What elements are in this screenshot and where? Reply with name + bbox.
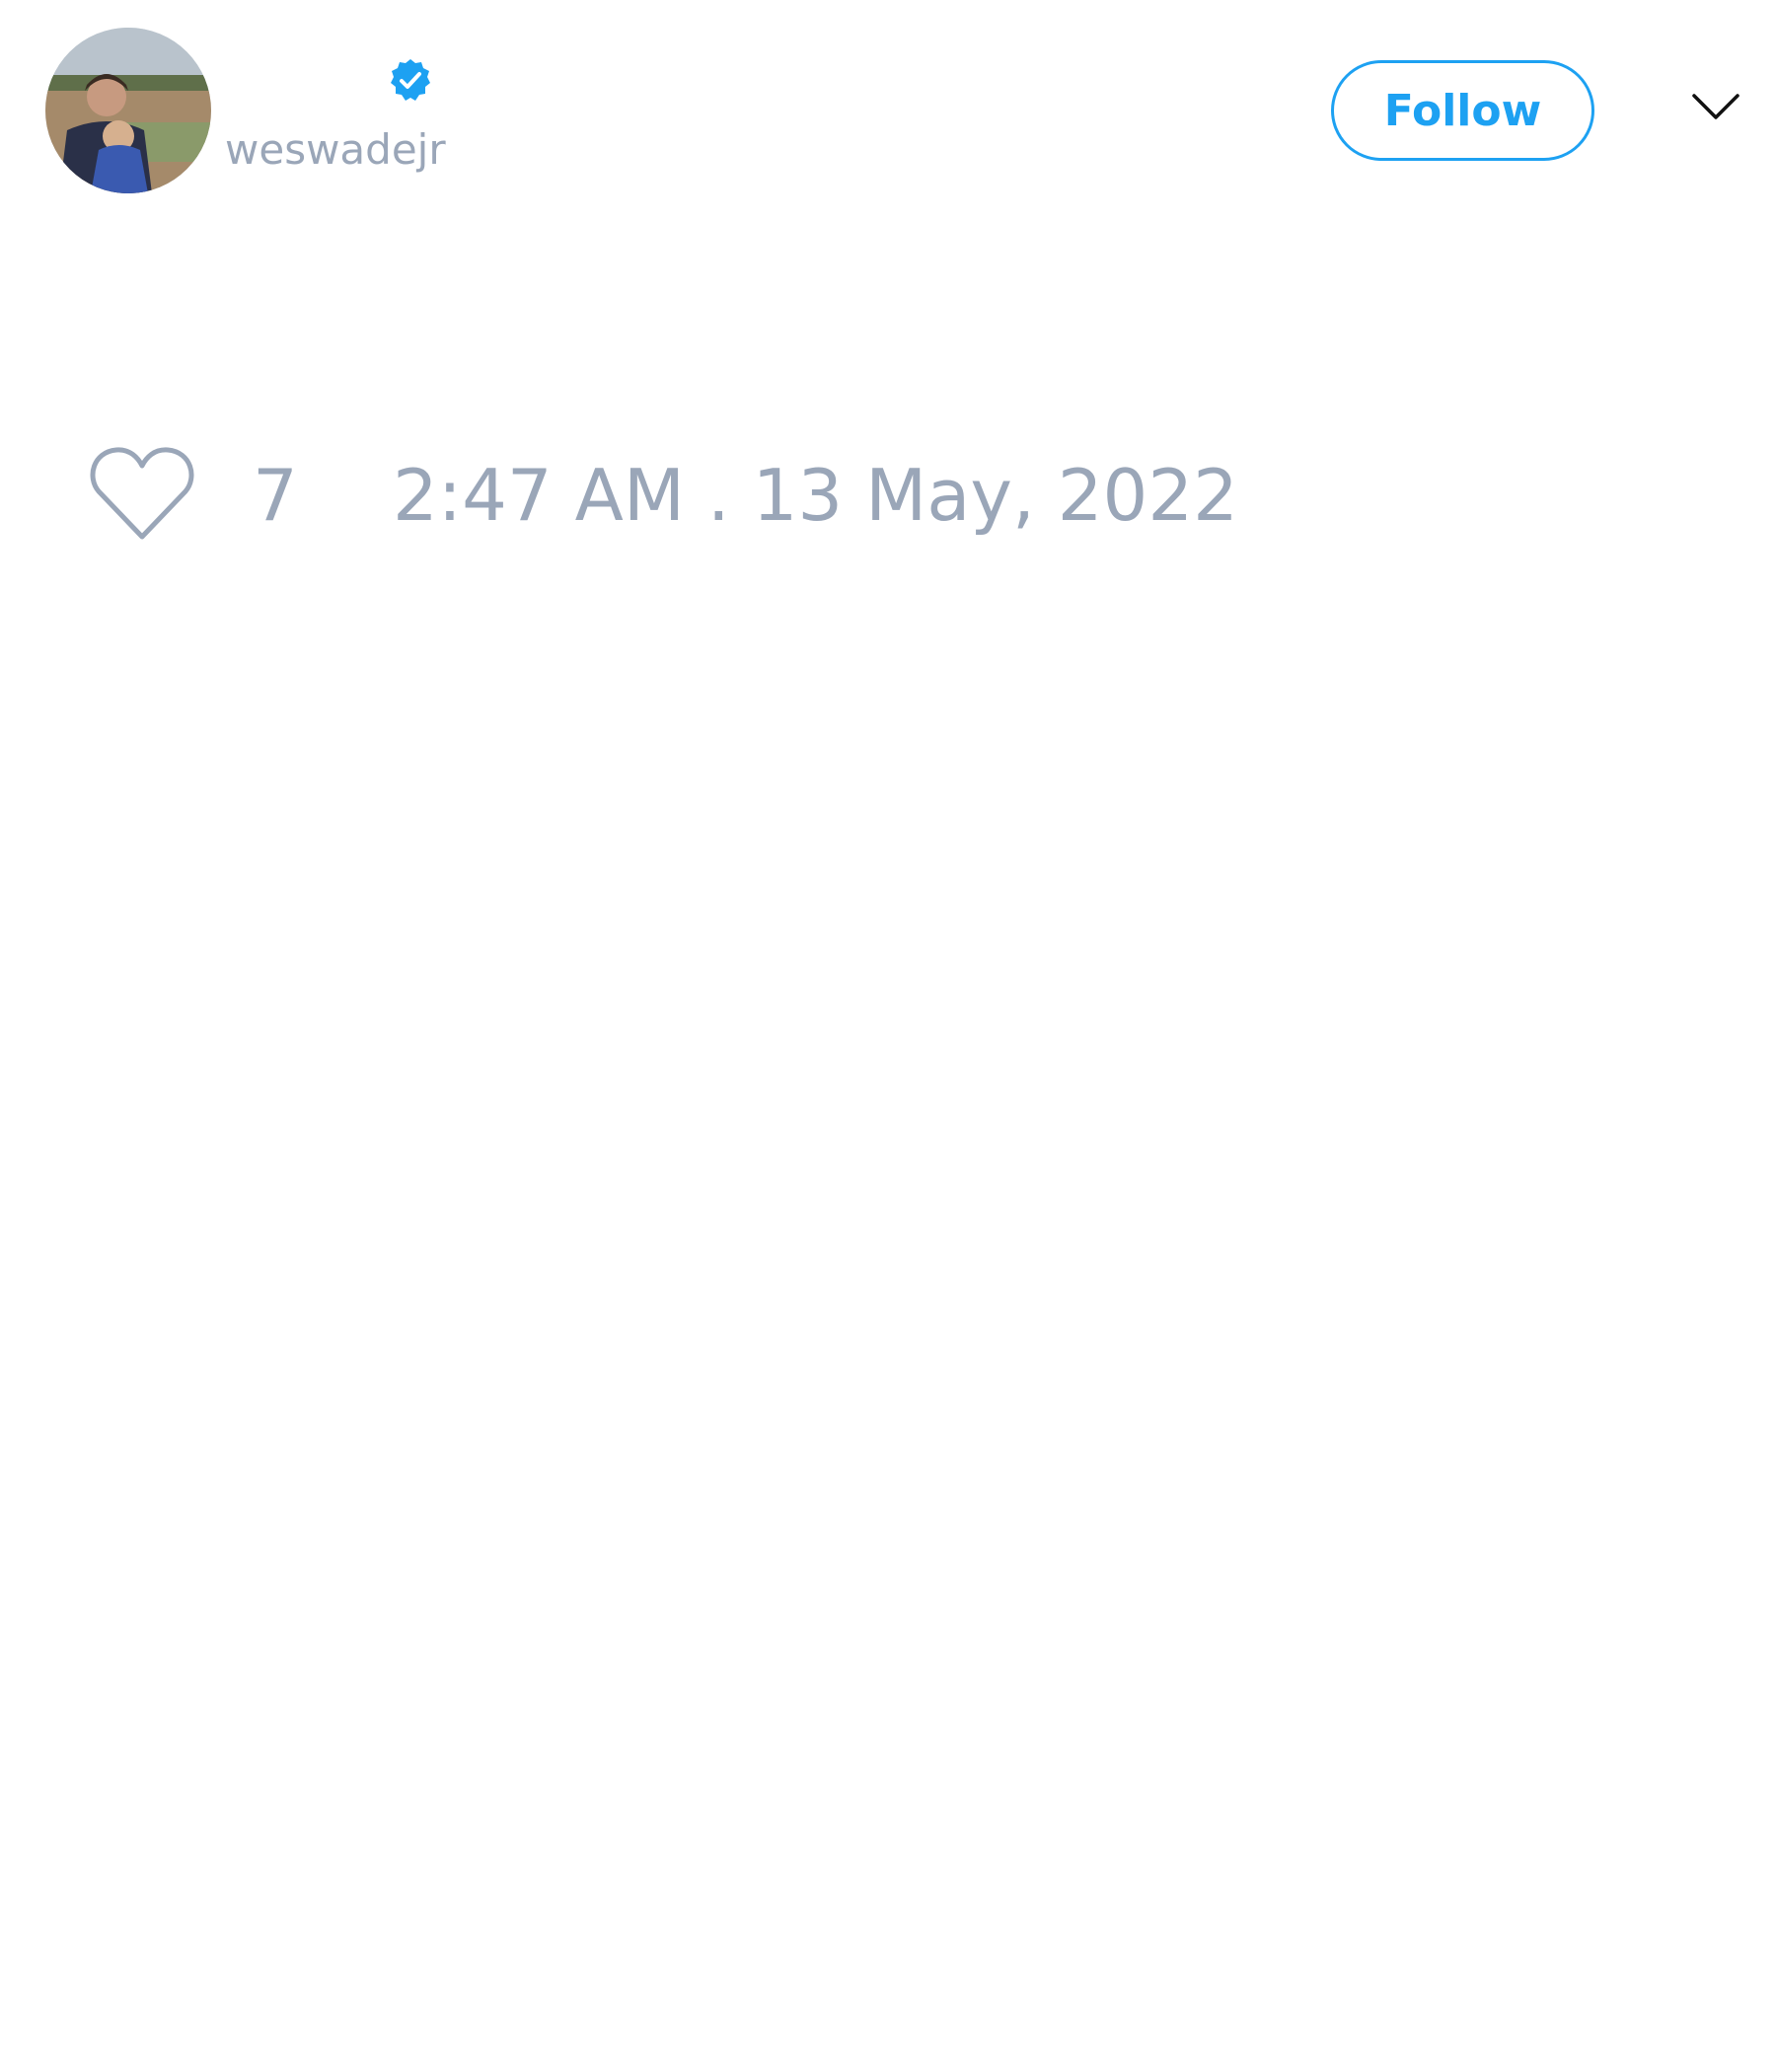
like-count: 7 — [253, 454, 298, 537]
heart-outline-icon[interactable] — [89, 444, 195, 543]
chevron-down-icon[interactable] — [1691, 91, 1740, 124]
author-handle[interactable]: weswadejr — [225, 124, 446, 176]
follow-button[interactable]: Follow — [1331, 60, 1594, 161]
verified-badge-icon — [391, 59, 430, 101]
profile-photo-icon — [45, 28, 211, 193]
tweet-timestamp[interactable]: 2:47 AM . 13 May, 2022 — [393, 456, 1238, 535]
avatar[interactable] — [45, 28, 211, 193]
